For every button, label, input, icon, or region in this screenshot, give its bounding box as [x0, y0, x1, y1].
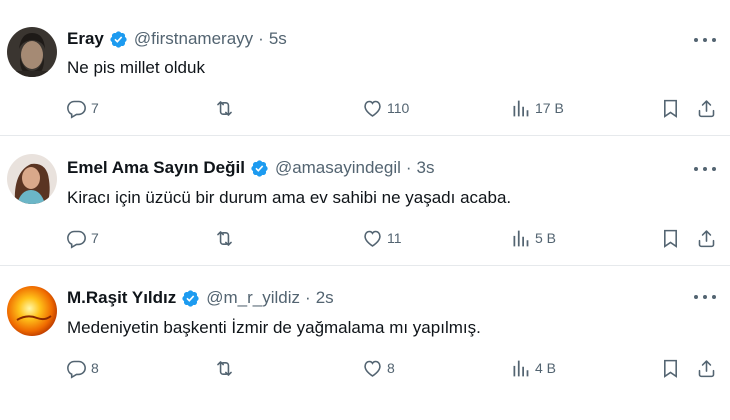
tweet-header: M.Raşit Yıldız @m_r_yildiz · 2s	[67, 288, 334, 308]
bookmark-button[interactable]	[660, 96, 681, 120]
more-options-icon[interactable]	[694, 162, 716, 176]
tweet-header: Emel Ama Sayın Değil @amasayindegil · 3s	[67, 158, 435, 178]
timestamp[interactable]: 3s	[417, 158, 435, 178]
views-button[interactable]: 17 B	[510, 96, 564, 120]
views-chart-icon	[513, 230, 529, 246]
views-button[interactable]: 4 B	[510, 356, 556, 380]
bookmark-button[interactable]	[660, 356, 681, 380]
avatar[interactable]	[7, 286, 57, 336]
user-handle[interactable]: @firstnamerayy	[134, 29, 253, 49]
user-name[interactable]: M.Raşit Yıldız	[67, 288, 176, 308]
reply-icon	[67, 100, 86, 119]
like-count: 11	[387, 230, 402, 246]
tweet[interactable]: Eray @firstnamerayy · 5s Ne pis millet o…	[0, 0, 730, 136]
heart-icon	[364, 100, 381, 117]
timestamp[interactable]: 5s	[269, 29, 287, 49]
views-chart-icon	[513, 100, 529, 116]
share-icon	[698, 229, 715, 247]
reply-icon	[67, 230, 86, 249]
bookmark-button[interactable]	[660, 226, 681, 250]
view-count: 4 B	[535, 360, 557, 376]
reply-count: 8	[91, 360, 99, 376]
separator-dot: ·	[305, 288, 311, 307]
tweet-actions: 8 8 4 B	[66, 356, 718, 380]
bookmark-icon	[664, 359, 677, 378]
verified-badge-icon	[182, 289, 199, 307]
retweet-icon	[217, 100, 232, 116]
verified-badge-icon	[251, 159, 268, 177]
heart-icon	[364, 230, 381, 247]
tweet[interactable]: Emel Ama Sayın Değil @amasayindegil · 3s…	[0, 136, 730, 266]
timestamp[interactable]: 2s	[316, 288, 334, 308]
tweet[interactable]: M.Raşit Yıldız @m_r_yildiz · 2s Medeniye…	[0, 266, 730, 420]
reply-button[interactable]: 8	[66, 356, 99, 380]
heart-icon	[364, 360, 381, 377]
like-count: 110	[387, 100, 410, 116]
share-icon	[698, 99, 715, 117]
tweet-text: Medeniyetin başkenti İzmir de yağmalama …	[67, 318, 481, 337]
tweet-actions: 7 11 5 B	[66, 226, 718, 250]
avatar[interactable]	[7, 27, 57, 77]
separator-dot: ·	[405, 158, 412, 177]
reply-icon	[67, 360, 86, 379]
tweet-text: Ne pis millet olduk	[67, 58, 205, 77]
verified-badge-icon	[110, 30, 127, 48]
user-handle[interactable]: @amasayindegil	[275, 158, 401, 178]
retweet-icon	[217, 360, 232, 376]
more-options-icon[interactable]	[694, 290, 716, 304]
reply-button[interactable]: 7	[66, 96, 99, 120]
user-name[interactable]: Emel Ama Sayın Değil	[67, 158, 245, 178]
views-button[interactable]: 5 B	[510, 226, 556, 250]
tweet-actions: 7 110 17 B	[66, 96, 718, 120]
like-count: 8	[387, 360, 395, 376]
separator-dot: ·	[258, 29, 264, 48]
share-button[interactable]	[696, 96, 717, 120]
view-count: 5 B	[535, 230, 557, 246]
retweet-icon	[217, 230, 232, 246]
avatar[interactable]	[7, 154, 57, 204]
share-icon	[698, 359, 715, 377]
user-name[interactable]: Eray	[67, 29, 104, 49]
share-button[interactable]	[696, 226, 717, 250]
more-options-icon[interactable]	[694, 33, 716, 47]
retweet-button[interactable]	[214, 356, 239, 380]
user-handle[interactable]: @m_r_yildiz	[206, 288, 300, 308]
like-button[interactable]: 110	[362, 96, 409, 120]
tweet-text: Kiracı için üzücü bir durum ama ev sahib…	[67, 188, 512, 207]
like-button[interactable]: 8	[362, 356, 395, 380]
retweet-button[interactable]	[214, 96, 239, 120]
tweet-header: Eray @firstnamerayy · 5s	[67, 29, 287, 49]
bookmark-icon	[664, 99, 677, 118]
share-button[interactable]	[696, 356, 717, 380]
like-button[interactable]: 11	[362, 226, 402, 250]
views-chart-icon	[513, 360, 529, 376]
reply-count: 7	[91, 230, 99, 246]
retweet-button[interactable]	[214, 226, 239, 250]
reply-button[interactable]: 7	[66, 226, 99, 250]
reply-count: 7	[91, 100, 99, 116]
tweet-feed: Eray @firstnamerayy · 5s Ne pis millet o…	[0, 0, 730, 420]
view-count: 17 B	[535, 100, 564, 116]
bookmark-icon	[664, 229, 677, 248]
